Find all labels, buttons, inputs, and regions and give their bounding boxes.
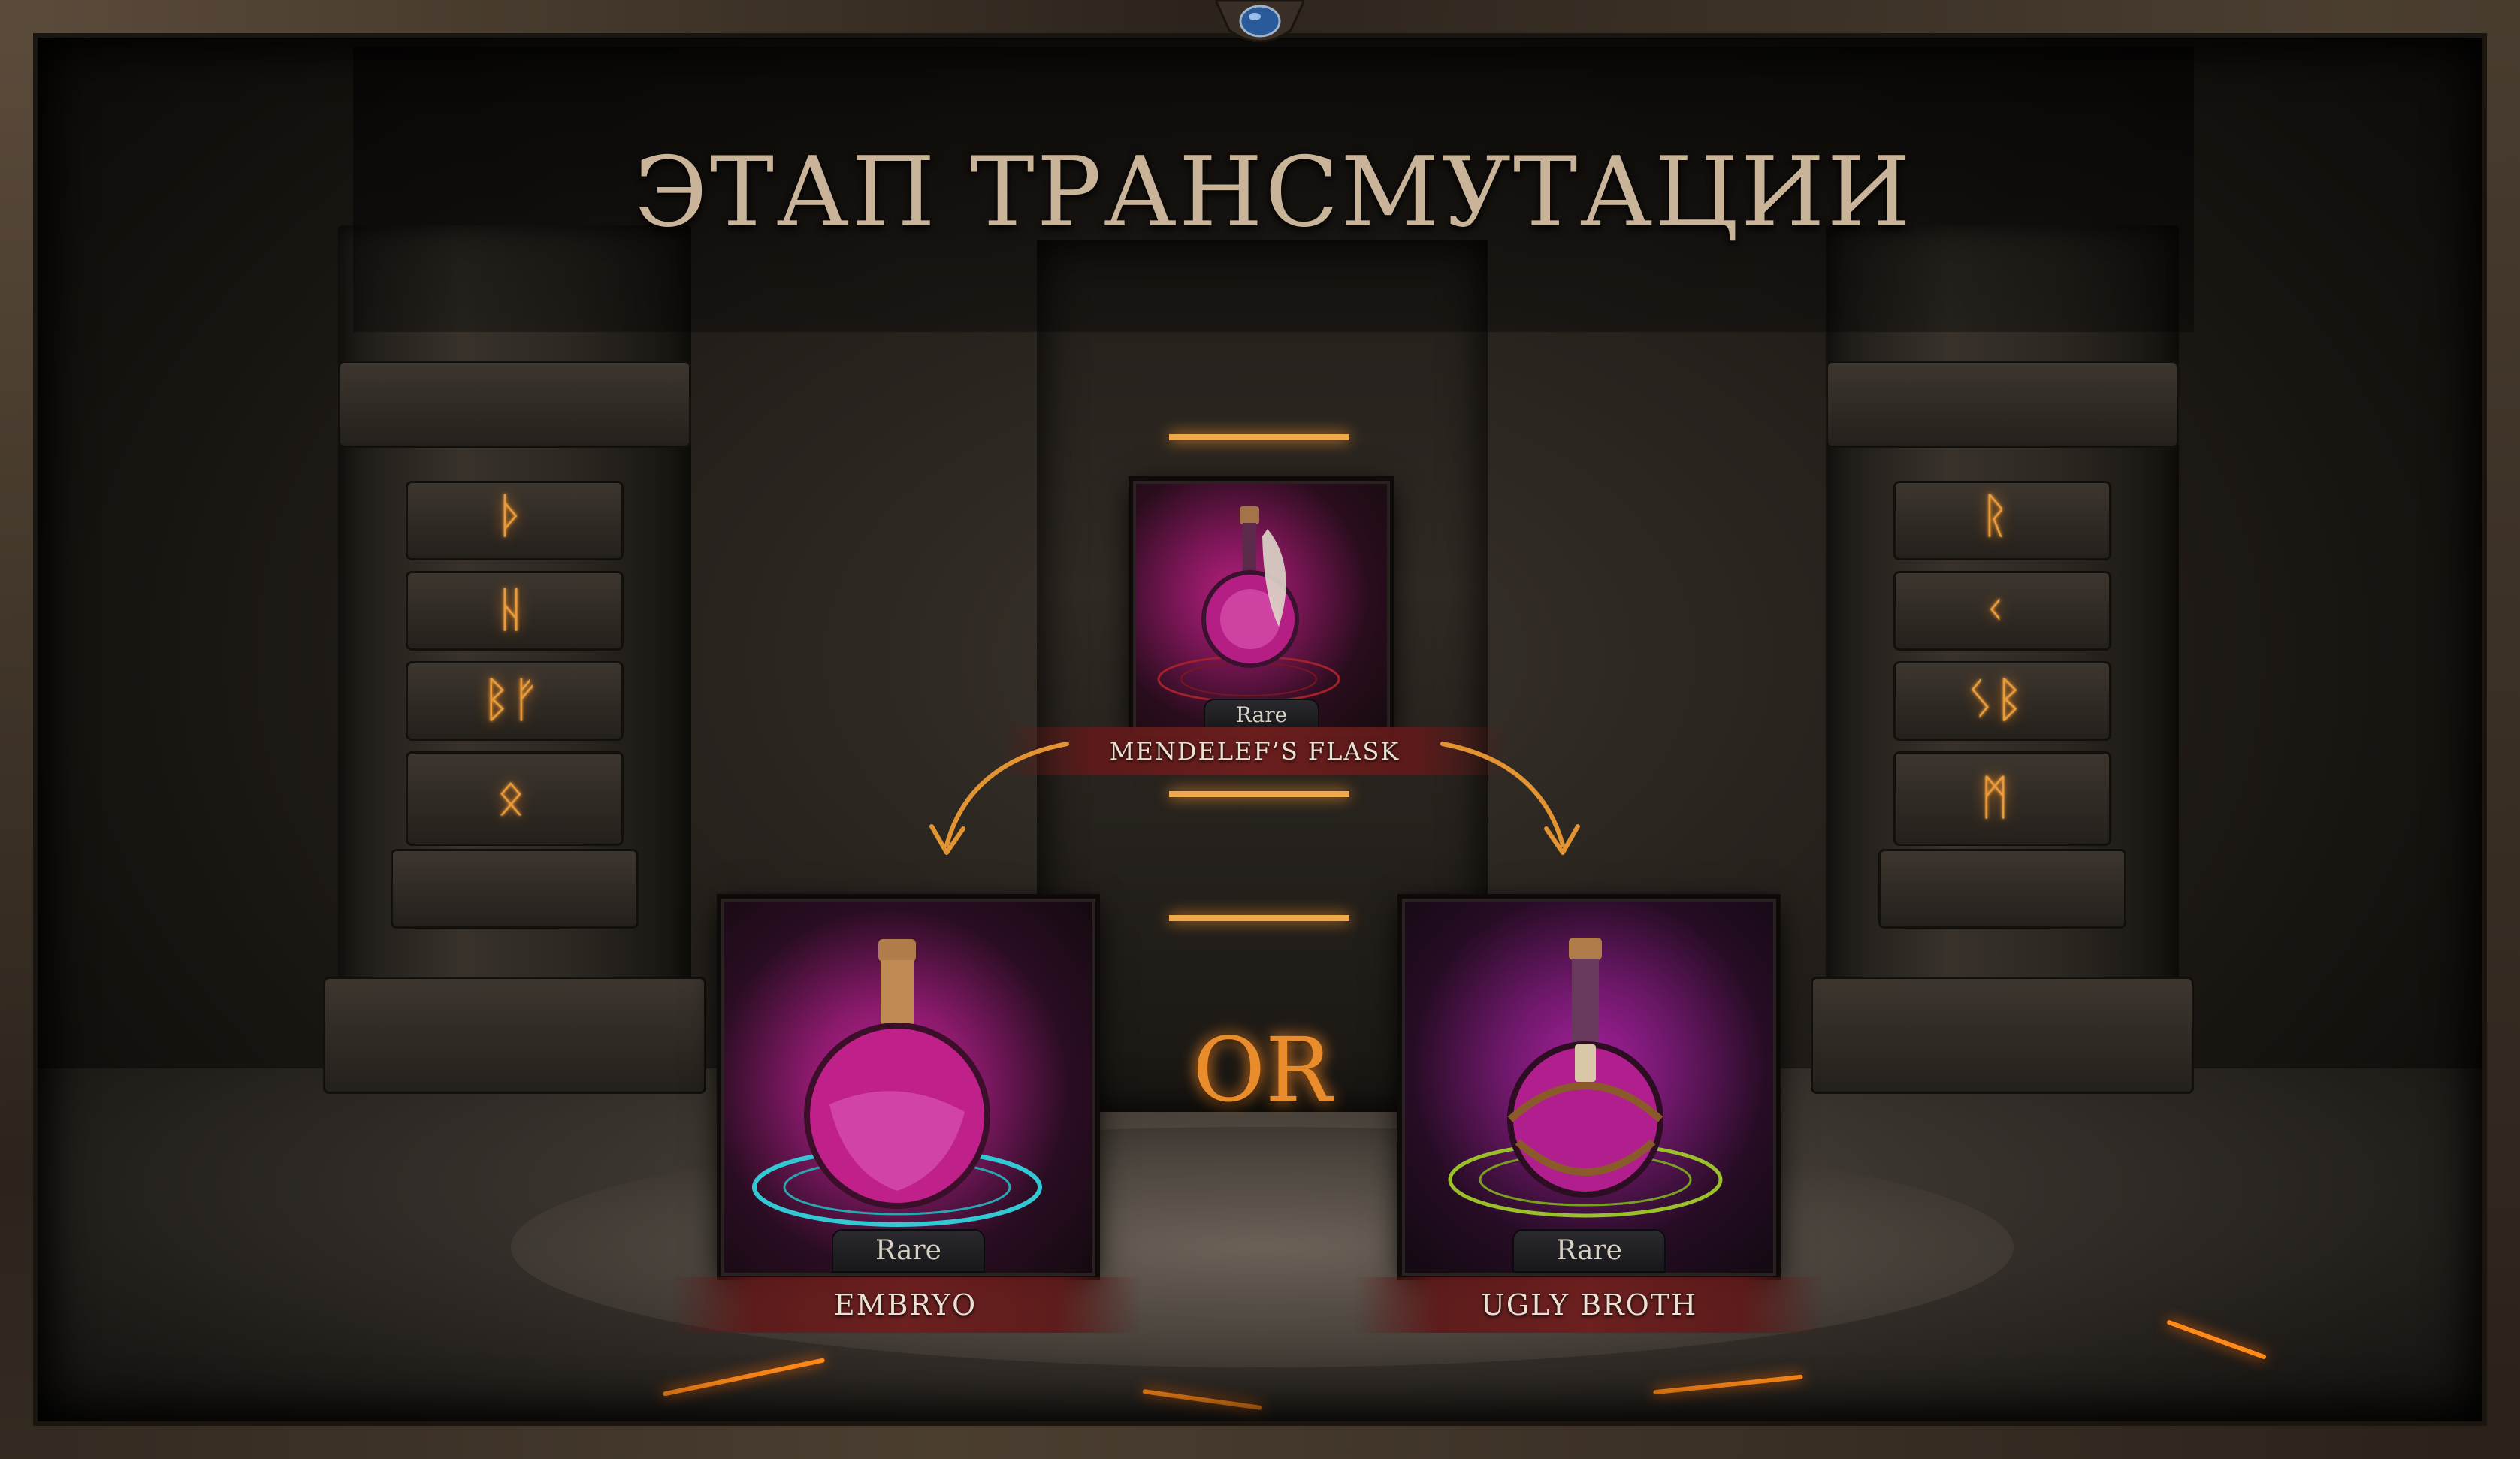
flask-potion-icon [1157,506,1340,703]
curved-arrow-icon [929,742,1069,855]
result-item-name: EMBRYO [669,1277,1142,1333]
result-item-card[interactable]: Rare [721,899,1095,1276]
rune-glyph: ᚦ [496,488,526,544]
transmutation-screen: ᚦ ᚺ ᛒᚠ ᛟ ᚱ ᚲ ᛊᛒ ᛗ ЭТАП ТРАНСМУТАЦИИ Rare… [0,0,2520,1459]
blue-gem-icon [1216,0,1304,43]
rune-glyph: ᛒᚠ [482,672,540,728]
page-title: ЭТАП ТРАНСМУТАЦИИ [633,137,1914,249]
embryo-potion-icon [752,939,1042,1227]
right-pillar [1811,225,2194,1094]
potion-art [724,902,1092,1273]
curved-arrow-icon [1440,742,1580,855]
rune-glyph: ᛗ [1980,770,2010,826]
or-label: OR [1192,1018,1332,1122]
rune-glyph: ᛊᛒ [1966,672,2024,728]
throne-glow [1169,791,1349,797]
rarity-badge: Rare [832,1229,985,1273]
rune-glyph: ᚱ [1980,488,2010,544]
potion-art [1136,484,1387,732]
throne-glow [1169,434,1349,440]
rune-glyph: ᚲ [1980,582,2010,638]
result-item-card[interactable]: Rare [1402,899,1776,1276]
throne-glow [1169,915,1349,921]
source-item-name: MENDELEF’S FLASK [999,727,1510,775]
rune-glyph: ᛟ [496,770,526,826]
potion-art [1405,902,1773,1273]
rarity-badge: Rare [1512,1229,1666,1273]
title-banner: ЭТАП ТРАНСМУТАЦИИ [353,47,2194,332]
source-item-card[interactable]: Rare [1133,481,1390,735]
rune-glyph: ᚺ [496,582,526,638]
result-item-name: UGLY BROTH [1352,1277,1826,1333]
left-pillar [323,225,706,1094]
ugly-broth-potion-icon [1448,938,1723,1218]
